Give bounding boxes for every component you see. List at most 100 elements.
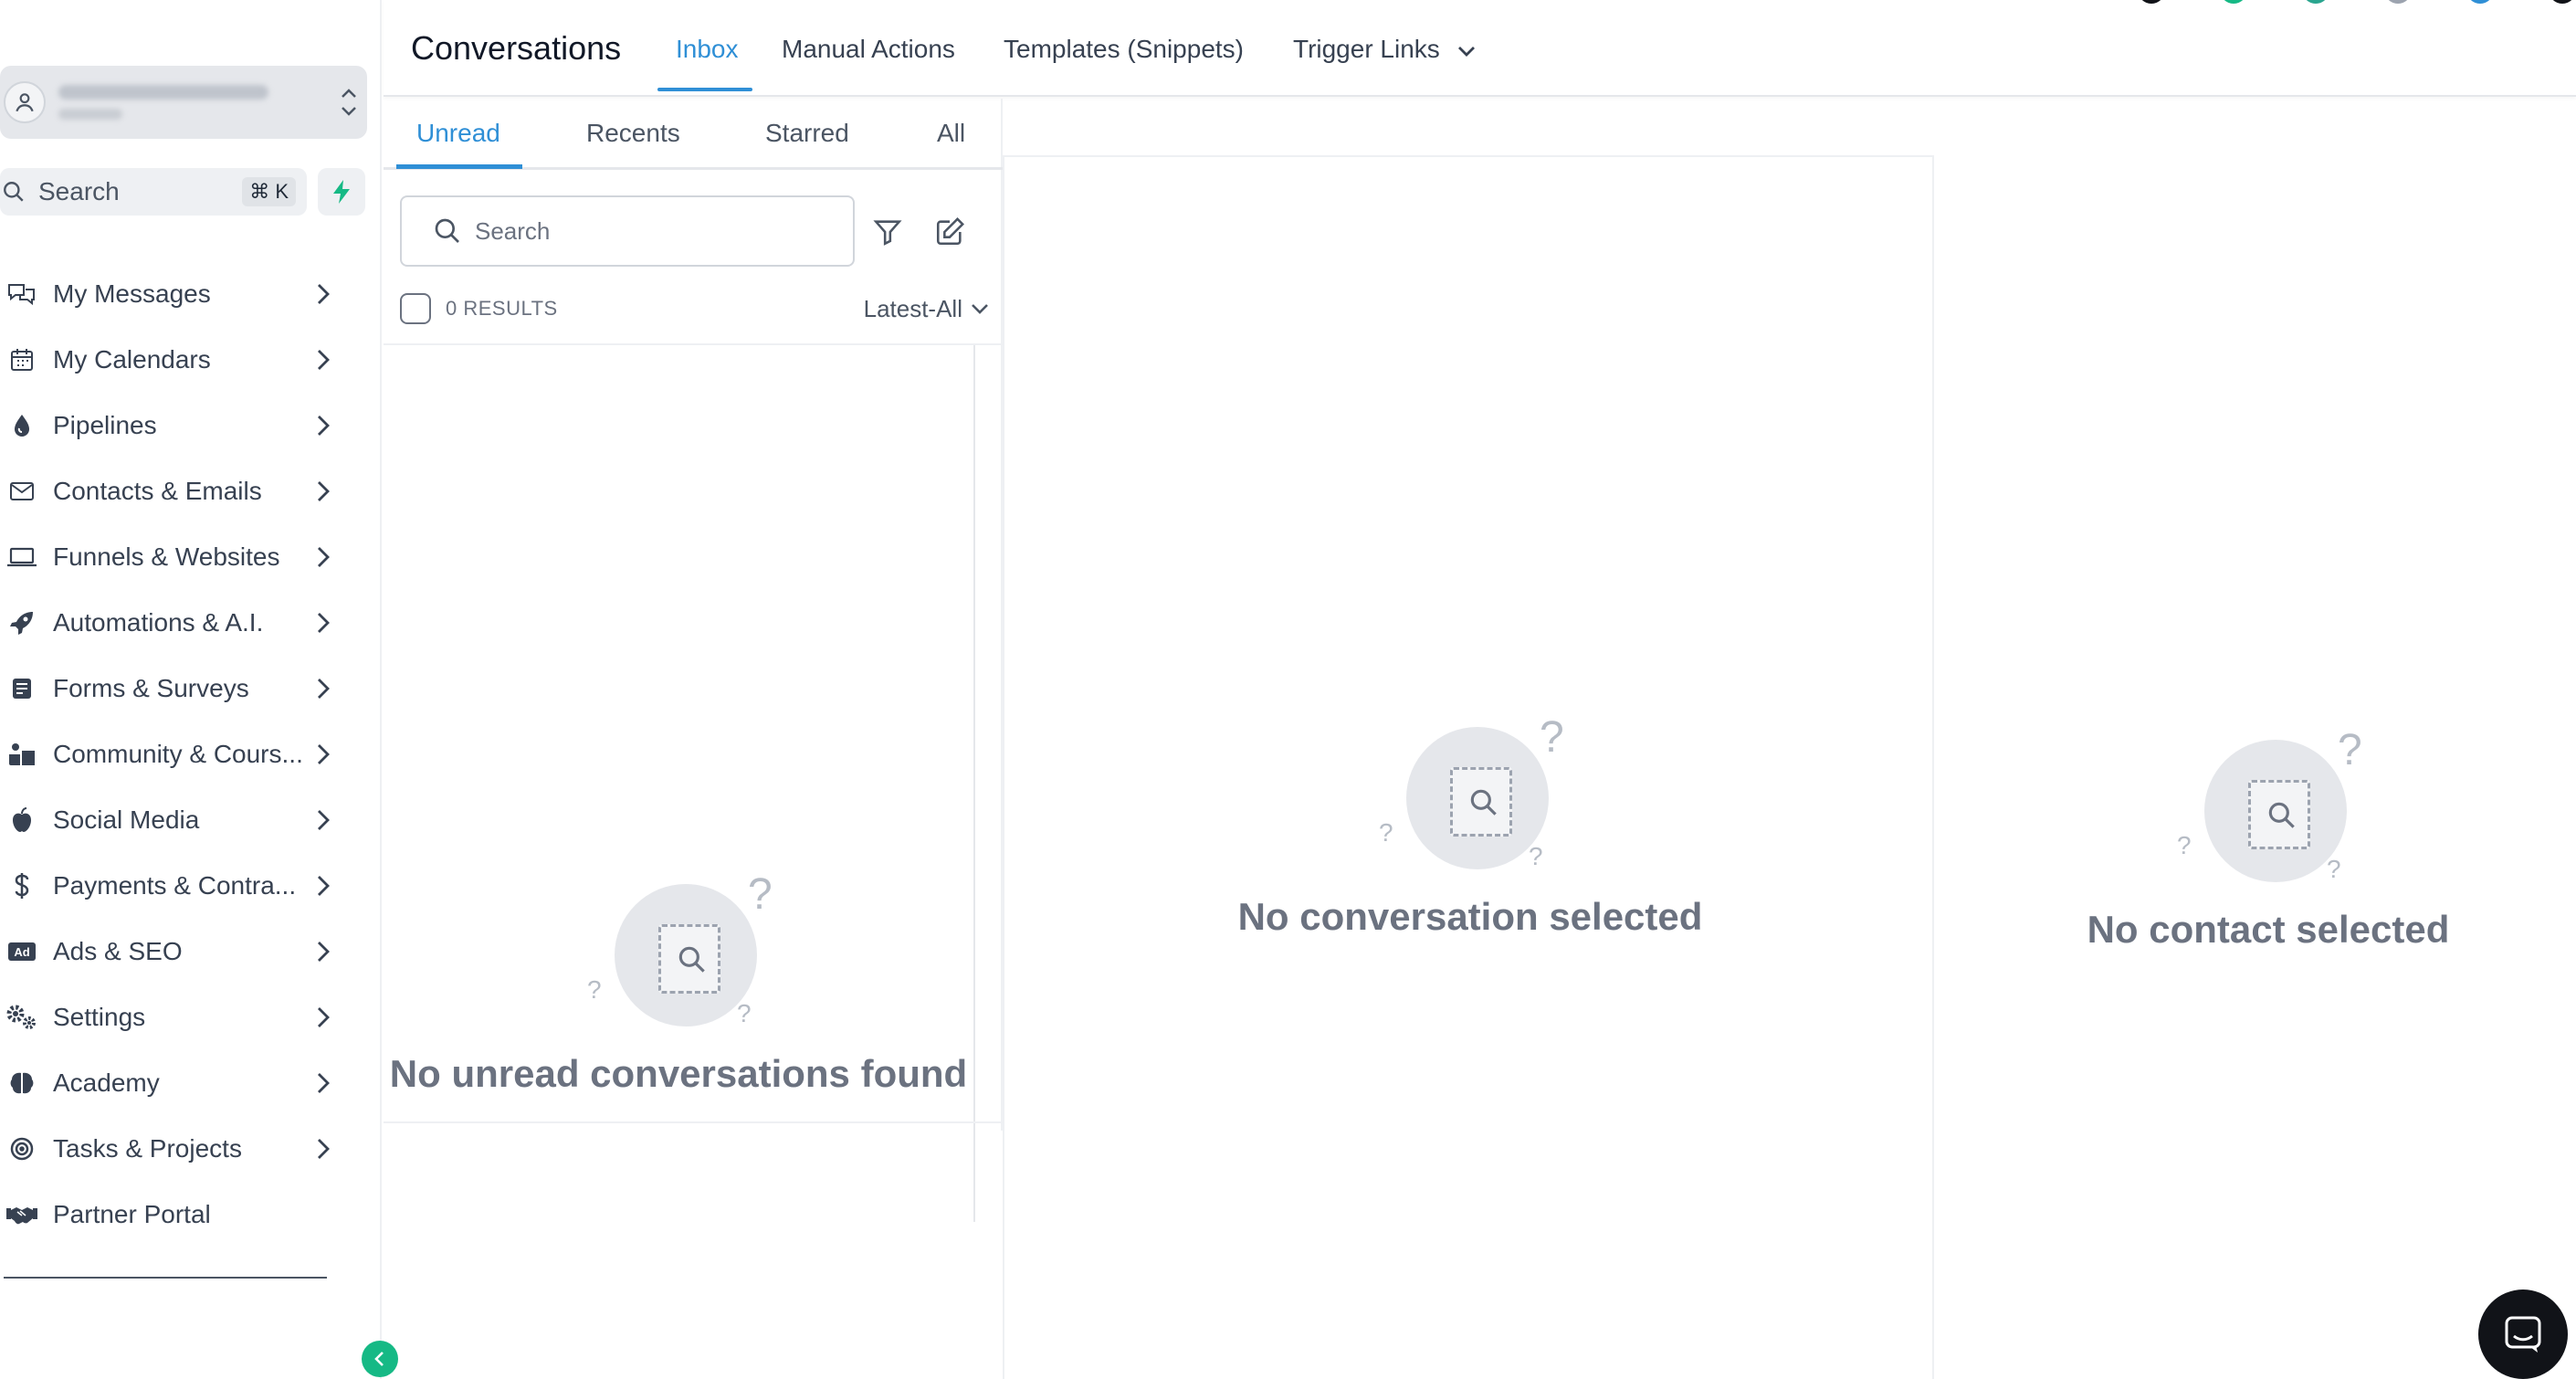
sidebar-item-label: Academy [53,1068,160,1097]
tab-unread[interactable]: Unread [416,119,500,148]
contact-panel: ? ? ? No contact selected [1936,155,2576,1379]
dollar-icon [4,868,40,904]
apple-icon [4,802,40,838]
sidebar-item-pipelines[interactable]: Pipelines [0,393,338,458]
tab-starred[interactable]: Starred [765,119,849,148]
page-title: Conversations [411,29,622,67]
sidebar-item-label: Tasks & Projects [53,1134,242,1163]
search-icon [4,182,24,202]
sidebar-item-label: Automations & A.I. [53,608,264,637]
sidebar-item-automations[interactable]: Automations & A.I. [0,590,338,656]
sidebar-item-payments[interactable]: Payments & Contra... [0,853,338,919]
list-tabs: Unread Recents Starred All [384,99,1003,170]
chevron-left-icon [374,1352,384,1366]
active-tab-indicator [657,88,752,91]
sort-dropdown[interactable]: Latest-All [864,295,962,323]
tab-manual-actions[interactable]: Manual Actions [782,35,955,64]
sidebar-item-ads-seo[interactable]: Ad Ads & SEO [0,919,338,984]
avatar[interactable] [2302,0,2329,4]
form-icon [4,670,40,707]
scrollbar[interactable] [973,345,975,1222]
sidebar-item-my-calendars[interactable]: My Calendars [0,327,338,393]
sidebar-item-label: Social Media [53,805,200,834]
chevron-right-icon [309,1003,338,1032]
tab-inbox[interactable]: Inbox [676,35,739,64]
rocket-icon [4,605,40,641]
sidebar-item-partner-portal[interactable]: Partner Portal [0,1182,338,1247]
avatar[interactable] [2466,0,2494,4]
chevron-right-icon [309,871,338,900]
chevron-right-icon [309,1068,338,1098]
list-controls: 0 RESULTS Latest-All [400,287,1003,331]
sidebar-item-label: Settings [53,1003,146,1031]
book-icon [4,736,40,773]
user-icon [4,81,46,123]
filter-icon [873,220,902,246]
tab-templates[interactable]: Templates (Snippets) [1004,35,1244,64]
chevron-right-icon [309,674,338,703]
account-switcher[interactable] [0,66,367,139]
chevron-down-icon [1457,46,1475,57]
quick-action-button[interactable] [318,168,365,216]
tab-trigger-links-label: Trigger Links [1293,35,1440,63]
sidebar-item-label: Payments & Contra... [53,871,297,900]
sidebar-item-contacts-emails[interactable]: Contacts & Emails [0,458,338,524]
empty-state-text: No unread conversations found [389,1052,968,1095]
chevron-right-icon [309,1134,338,1163]
sidebar: Search ⌘ K My Messages My Calendars Pipe… [0,0,382,1379]
chevron-right-icon [309,411,338,440]
sidebar-item-community[interactable]: Community & Cours... [0,721,338,787]
empty-state-unread: ? ? ? No unread conversations found [384,870,973,1096]
chevron-right-icon [309,279,338,309]
sidebar-item-settings[interactable]: Settings [0,984,338,1050]
target-icon [4,1131,40,1167]
tab-trigger-links[interactable]: Trigger Links [1293,35,1477,64]
app-root: Search ⌘ K My Messages My Calendars Pipe… [0,0,2576,1379]
brain-icon [4,1065,40,1101]
chevron-right-icon [309,477,338,506]
avatar[interactable] [2138,0,2165,4]
select-all-checkbox[interactable] [400,293,431,324]
avatar[interactable] [2220,0,2247,4]
chevron-down-icon[interactable] [970,302,990,315]
sidebar-item-label: Contacts & Emails [53,477,262,505]
sidebar-item-tasks-projects[interactable]: Tasks & Projects [0,1116,338,1182]
conversation-panel: ? ? ? No conversation selected [1003,155,1934,1379]
sidebar-nav: My Messages My Calendars Pipelines Conta… [0,261,338,1247]
sidebar-item-my-messages[interactable]: My Messages [0,261,338,327]
avatar[interactable] [2384,0,2412,4]
chevron-up-down-icon [331,87,367,118]
sidebar-divider [4,1277,327,1279]
sidebar-item-social-media[interactable]: Social Media [0,787,338,853]
laptop-icon [4,539,40,575]
drop-icon [4,407,40,444]
conversation-search-input[interactable]: Search [400,195,855,267]
conversation-list: Unread Recents Starred All Search 0 RESU… [384,99,1003,1222]
tab-recents[interactable]: Recents [586,119,680,148]
results-count: 0 RESULTS [446,297,558,320]
chevron-right-icon [309,805,338,835]
support-chat-button[interactable] [2478,1290,2568,1379]
ad-icon: Ad [4,933,40,970]
avatar[interactable] [2549,0,2576,4]
bolt-icon [333,180,350,204]
empty-state-contact: ? ? ? No contact selected [1936,726,2576,952]
tab-all[interactable]: All [937,119,965,148]
empty-search-illustration: ? ? ? [1379,713,1564,870]
sidebar-item-funnels-websites[interactable]: Funnels & Websites [0,524,338,590]
mail-icon [4,473,40,510]
account-name-blurred [58,85,331,120]
search-icon [435,218,459,243]
empty-state-conversation: ? ? ? No conversation selected [1004,713,1936,939]
sidebar-item-forms-surveys[interactable]: Forms & Surveys [0,656,338,721]
compose-button[interactable] [931,214,968,250]
filter-button[interactable] [869,214,906,250]
chat-bubble-icon [2505,1316,2541,1353]
sidebar-item-label: Pipelines [53,411,157,439]
sidebar-search[interactable]: Search ⌘ K [0,168,307,216]
sidebar-item-academy[interactable]: Academy [0,1050,338,1116]
empty-search-illustration: ? ? ? [2177,726,2362,883]
collapse-sidebar-button[interactable] [362,1341,398,1377]
chevron-right-icon [309,542,338,572]
empty-state-text: No contact selected [2087,908,2450,951]
